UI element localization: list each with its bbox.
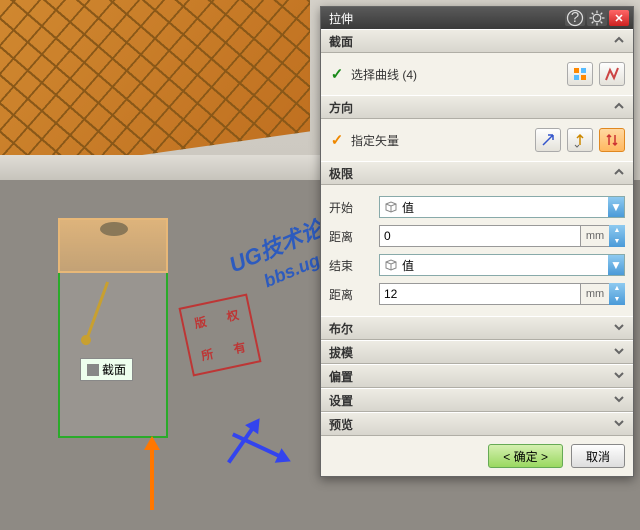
help-button[interactable]: ? [565, 10, 585, 26]
end-unit: mm [580, 283, 610, 305]
ok-button[interactable]: < 确定 > [488, 444, 563, 468]
chevron-down-icon [613, 417, 625, 432]
dialog-title: 拉伸 [325, 10, 563, 27]
model-textured-block [0, 0, 310, 175]
section-header-preview[interactable]: 预览 [321, 412, 633, 436]
close-button[interactable]: ✕ [609, 10, 629, 26]
extrude-dialog: 拉伸 ? ✕ 截面 ✓ 选择曲线 (4) 方向 ✓ 指定矢量 极限 [320, 6, 634, 477]
settings-button[interactable] [587, 10, 607, 26]
watermark-stamp: 版权 所有 [178, 293, 261, 376]
section-header-settings[interactable]: 设置 [321, 388, 633, 412]
select-curve-label[interactable]: 选择曲线 (4) [351, 66, 561, 83]
end-distance-label: 距离 [329, 286, 379, 303]
extrude-preview-hole [100, 222, 128, 236]
direction-header-label: 方向 [329, 99, 353, 116]
axis-arrow-orange[interactable] [150, 440, 154, 510]
chevron-down-icon [613, 345, 625, 360]
specify-vector-label[interactable]: 指定矢量 [351, 132, 529, 149]
section-tag-text: 截面 [102, 361, 126, 378]
value-icon [384, 200, 398, 214]
section-header-section[interactable]: 截面 [321, 29, 633, 53]
section-header-direction[interactable]: 方向 [321, 95, 633, 119]
curve-options-button[interactable] [567, 62, 593, 86]
start-distance-input[interactable]: 0 [379, 225, 581, 247]
end-distance-input[interactable]: 12 [379, 283, 581, 305]
dialog-button-bar: < 确定 > 取消 [321, 436, 633, 476]
dropdown-arrow-icon: ▼ [608, 197, 624, 217]
section-header-label: 截面 [329, 33, 353, 50]
end-type-dropdown[interactable]: 值 ▼ [379, 254, 625, 276]
chevron-down-icon [613, 321, 625, 336]
end-label: 结束 [329, 257, 379, 274]
chevron-down-icon [613, 369, 625, 384]
check-icon: ✓ [329, 131, 345, 149]
chevron-up-icon [613, 100, 625, 115]
chevron-up-icon [613, 34, 625, 49]
start-distance-label: 距离 [329, 228, 379, 245]
section-header-boolean[interactable]: 布尔 [321, 316, 633, 340]
vector-dialog-button[interactable] [535, 128, 561, 152]
section-header-limits[interactable]: 极限 [321, 161, 633, 185]
start-distance-spinner[interactable]: ▲▼ [609, 225, 625, 247]
start-label: 开始 [329, 199, 379, 216]
end-distance-spinner[interactable]: ▲▼ [609, 283, 625, 305]
svg-text:?: ? [571, 9, 579, 26]
cancel-button[interactable]: 取消 [571, 444, 625, 468]
start-unit: mm [580, 225, 610, 247]
section-header-draft[interactable]: 拔模 [321, 340, 633, 364]
value-icon [384, 258, 398, 272]
limits-header-label: 极限 [329, 165, 353, 182]
start-type-dropdown[interactable]: 值 ▼ [379, 196, 625, 218]
sketch-section-button[interactable] [599, 62, 625, 86]
check-icon: ✓ [329, 65, 345, 83]
chevron-down-icon [613, 393, 625, 408]
dropdown-arrow-icon: ▼ [608, 255, 624, 275]
section-header-offset[interactable]: 偏置 [321, 364, 633, 388]
vector-dropdown-button[interactable] [567, 128, 593, 152]
dialog-titlebar[interactable]: 拉伸 ? ✕ [321, 7, 633, 29]
section-tag[interactable]: 截面 [80, 358, 133, 381]
reverse-direction-button[interactable] [599, 128, 625, 152]
chevron-up-icon [613, 166, 625, 181]
